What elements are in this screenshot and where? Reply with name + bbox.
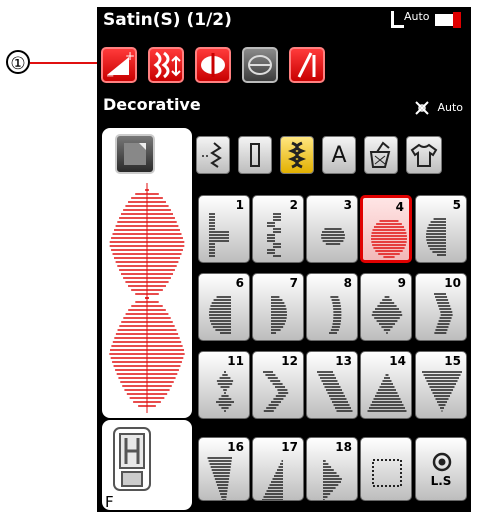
stitch-number: 7: [289, 276, 298, 290]
stitch-number: 4: [395, 200, 404, 214]
mirror-elongation-button[interactable]: [148, 47, 184, 83]
stitch-number: 18: [335, 440, 352, 454]
tension-plus-minus-icon: +−: [106, 49, 135, 82]
stitch-number: 5: [452, 198, 461, 212]
stitch-pattern-lock-stitch[interactable]: L.S: [415, 437, 467, 501]
callout-number: ①: [6, 50, 30, 74]
stitch-pattern-6[interactable]: 6: [198, 273, 250, 341]
auto-lift-label: Auto: [404, 10, 430, 23]
stitch-pattern-2[interactable]: 2: [252, 195, 304, 263]
svg-text:−: −: [106, 71, 114, 81]
presser-foot-letter: F: [105, 493, 114, 511]
stitch-number: 13: [335, 354, 352, 368]
stitch-pattern-custom[interactable]: [360, 437, 412, 501]
utility-stitch-icon: [202, 142, 222, 168]
tab-buttonhole[interactable]: [238, 136, 272, 174]
stitch-pattern-5[interactable]: 5: [415, 195, 467, 263]
stitch-pattern-icon: [372, 459, 402, 487]
stitch-number: 14: [389, 354, 406, 368]
zoom-preview-icon: [124, 143, 146, 165]
tab-alphabet[interactable]: A: [322, 136, 356, 174]
stitch-pattern-18[interactable]: 18: [306, 437, 358, 501]
stitch-pattern-12[interactable]: 12: [252, 351, 304, 419]
stitch-pattern-11[interactable]: 11: [198, 351, 250, 419]
presser-foot-icon: [113, 427, 151, 491]
threading-icon: [435, 12, 465, 28]
page-title: Satin(S) (1/2): [103, 10, 232, 30]
needle-icon: [297, 52, 316, 78]
stitch-pattern-10[interactable]: 10: [415, 273, 467, 341]
stitch-pattern-17[interactable]: 17: [252, 437, 304, 501]
elongation-icon: [153, 51, 181, 79]
twin-needle-button[interactable]: [242, 47, 278, 83]
quilt-icon: [369, 141, 391, 168]
tab-utility[interactable]: [196, 136, 230, 174]
twin-needle-icon: [248, 55, 272, 75]
stitch-number: 16: [227, 440, 244, 454]
alphabet-icon: A: [331, 142, 347, 168]
stitch-number: 10: [444, 276, 461, 290]
stitch-pattern-4[interactable]: 4: [360, 195, 412, 263]
buttonhole-icon: [250, 143, 260, 167]
stitch-pattern-1[interactable]: 1: [198, 195, 250, 263]
stitch-pattern-15[interactable]: 15: [415, 351, 467, 419]
stitch-number: 9: [397, 276, 406, 290]
stitch-number: 15: [444, 354, 461, 368]
stitch-pattern-7[interactable]: 7: [252, 273, 304, 341]
stitch-number: 3: [343, 198, 352, 212]
tab-heirloom[interactable]: [406, 136, 442, 174]
svg-text:+: +: [125, 49, 135, 63]
decorative-stitch-icon: [287, 141, 307, 169]
presser-foot-lift-icon: [391, 11, 404, 28]
auto-cut-label: Auto: [437, 101, 463, 114]
stitch-number: 8: [343, 276, 352, 290]
shirt-icon: [410, 143, 438, 167]
auto-tension-button[interactable]: + −: [101, 47, 137, 83]
stitch-pattern-3[interactable]: 3: [306, 195, 358, 263]
stitch-number: 6: [235, 276, 244, 290]
stitch-pattern-8[interactable]: 8: [306, 273, 358, 341]
mirror-icon: [201, 53, 225, 77]
stitch-pattern-14[interactable]: 14: [360, 351, 412, 419]
stitch-number: 12: [281, 354, 298, 368]
mirror-image-button[interactable]: [195, 47, 231, 83]
presser-foot-panel: [102, 420, 192, 510]
stitch-number: 17: [281, 440, 298, 454]
sewing-machine-screen: Satin(S) (1/2) Auto +− Decorative Auto: [97, 7, 471, 512]
stitch-pattern-icon: [371, 220, 407, 258]
preview-zoom-button[interactable]: [115, 134, 155, 174]
stitch-pattern-icon: [432, 452, 452, 472]
stitch-pattern-13[interactable]: 13: [306, 351, 358, 419]
needle-button[interactable]: [289, 47, 325, 83]
stitch-pattern-16[interactable]: 16: [198, 437, 250, 501]
tab-quilt[interactable]: [364, 136, 398, 174]
stitch-number: 1: [235, 198, 244, 212]
stitch-pattern-9[interactable]: 9: [360, 273, 412, 341]
stitch-number: 11: [227, 354, 244, 368]
stitch-label: L.S: [430, 474, 452, 488]
thread-cutter-icon: [415, 100, 429, 115]
stitch-number: 2: [289, 198, 298, 212]
tab-decorative[interactable]: [280, 136, 314, 174]
mode-label: Decorative: [103, 95, 201, 114]
